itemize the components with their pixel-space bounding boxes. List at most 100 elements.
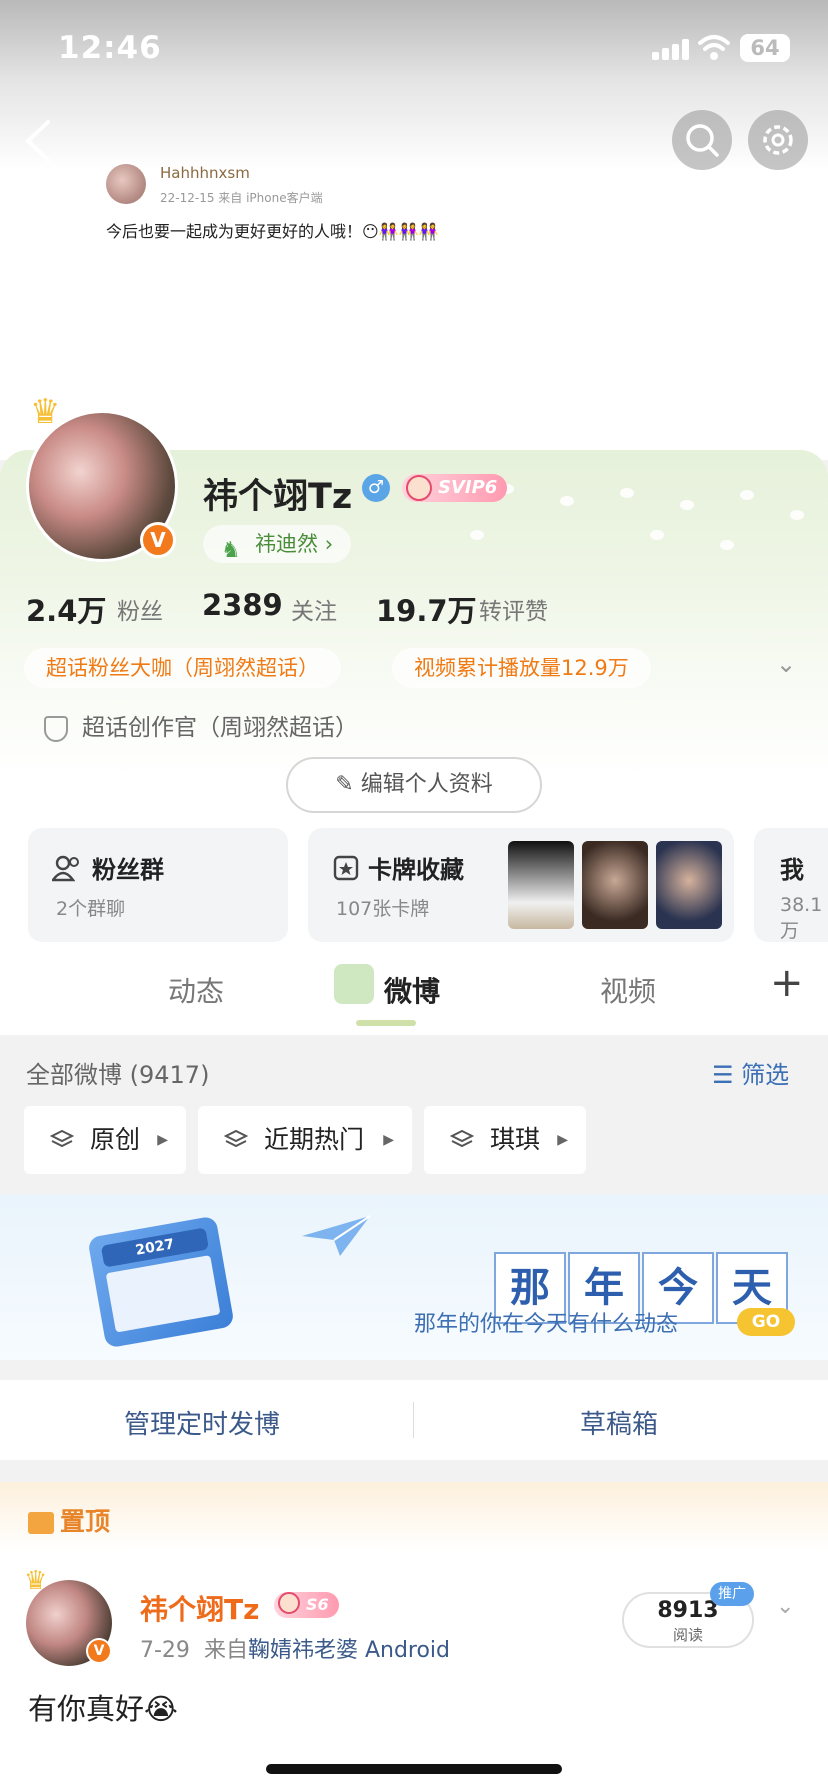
post-date: 7-29	[140, 1638, 190, 1663]
crown-icon	[28, 1512, 54, 1534]
card-collection-card[interactable]: 卡牌收藏 107张卡牌	[308, 828, 734, 942]
profile-name: 祎个翊Tz	[203, 477, 353, 517]
search-button[interactable]	[672, 110, 732, 170]
profile-tabs: 动态 微博 视频 +	[0, 942, 828, 1034]
creator-label: 超话创作官（周翊然超话）	[82, 715, 358, 741]
on-this-day-banner[interactable]: 2027 那 年 今 天 那年的你在今天有什么动态 GO	[0, 1194, 828, 1360]
gear-icon	[763, 125, 793, 155]
likes-label[interactable]: 转评赞	[479, 592, 548, 626]
layers-icon	[50, 1129, 74, 1148]
creator-row[interactable]: 超话创作官（周翊然超话）	[44, 708, 358, 742]
svip-badge[interactable]: SVIP6	[402, 474, 508, 502]
caret-right-icon: ▶	[557, 1132, 568, 1148]
drafts-button[interactable]: 草稿箱	[580, 1404, 658, 1441]
card-thumbnail[interactable]	[508, 841, 574, 929]
chevron-right-icon: ›	[324, 532, 334, 556]
settings-button[interactable]	[748, 110, 808, 170]
fans-count[interactable]: 2.4万	[26, 588, 106, 630]
post-text: 有你真好😭	[28, 1692, 178, 1726]
cover-post-meta: 22-12-15 来自 iPhone客户端	[160, 191, 323, 205]
scheduled-posts-button[interactable]: 管理定时发博	[124, 1404, 280, 1441]
svip-label: SVIP6	[438, 477, 498, 498]
tag-video-plays[interactable]: 视频累计播放量12.9万	[392, 648, 651, 688]
card-icon	[333, 855, 359, 881]
chevron-down-icon[interactable]: ⌄	[776, 1594, 794, 1619]
profile-cover: 12:46 64 Hahhhnxsm 22-12-15 来自 iPhone客户端…	[0, 0, 828, 460]
post-source-prefix: 来自	[203, 1638, 248, 1663]
following-label[interactable]: 关注	[291, 592, 337, 626]
shield-icon	[44, 715, 68, 742]
fan-group-card[interactable]: 粉丝群 2个群聊	[28, 828, 288, 942]
chip-label: 琪琪	[490, 1125, 541, 1154]
partial-card-title: 我	[780, 856, 804, 884]
filter-icon: ☰	[712, 1061, 742, 1089]
filter-button[interactable]: ☰ 筛选	[712, 1055, 789, 1090]
all-weibo-count: 全部微博 (9417)	[26, 1061, 210, 1089]
chevron-down-icon[interactable]: ⌄	[776, 650, 796, 678]
card-thumbnail[interactable]	[582, 841, 648, 929]
edit-profile-label: 编辑个人资料	[360, 772, 493, 797]
svip-face-icon	[406, 475, 432, 501]
paper-plane-icon	[302, 1215, 371, 1256]
tag-supertopic-fan[interactable]: 超话粉丝大咖（周翊然超话）	[24, 648, 341, 688]
promote-badge[interactable]: 推广	[710, 1582, 754, 1606]
cover-post-avatar	[106, 164, 146, 204]
wifi-icon	[698, 35, 730, 60]
bird-icon: ♞	[221, 538, 241, 563]
card-collection-sub: 107张卡牌	[336, 898, 430, 920]
post-meta: 7-29 来自鞠婧祎老婆 Android	[140, 1632, 450, 1664]
tab-indicator	[356, 1020, 416, 1026]
male-gender-icon: ♂	[362, 474, 390, 502]
chip-original[interactable]: 原创 ▶	[24, 1106, 186, 1174]
filter-label: 筛选	[741, 1061, 790, 1089]
back-icon[interactable]	[20, 118, 56, 164]
caret-right-icon: ▶	[383, 1132, 394, 1148]
calendar-body	[105, 1255, 221, 1333]
likes-count[interactable]: 19.7万	[376, 588, 477, 630]
chip-label: 原创	[90, 1125, 141, 1154]
fan-group-title: 粉丝群	[92, 856, 164, 884]
partial-card[interactable]: 我 38.1万	[754, 828, 828, 942]
home-indicator	[266, 1764, 562, 1774]
go-button[interactable]: GO	[737, 1308, 795, 1336]
vip-face-icon	[278, 1592, 300, 1614]
verified-badge-icon: V	[140, 522, 176, 558]
pinned-label: 置顶	[28, 1502, 110, 1538]
vip-badge[interactable]: S6	[274, 1592, 339, 1618]
cover-post-username: Hahhhnxsm	[160, 164, 250, 182]
manage-row: 管理定时发博 草稿箱	[0, 1380, 828, 1460]
pencil-icon: ✎	[335, 772, 361, 797]
layers-icon	[224, 1129, 248, 1148]
post-source[interactable]: 鞠婧祎老婆 Android	[248, 1638, 450, 1663]
partial-card-sub: 38.1万	[780, 894, 823, 942]
card-collection-title: 卡牌收藏	[368, 856, 464, 884]
verified-badge-icon: V	[86, 1638, 112, 1664]
supertopic-label: 祎迪然	[255, 532, 318, 556]
book-icon	[334, 964, 374, 1004]
tab-feed[interactable]: 动态	[168, 970, 224, 1010]
fans-label[interactable]: 粉丝	[117, 592, 163, 626]
divider	[413, 1402, 414, 1438]
vip-label: S6	[306, 1595, 329, 1614]
post-author-name[interactable]: 祎个翊Tz	[140, 1588, 259, 1628]
tab-video[interactable]: 视频	[600, 970, 656, 1010]
supertopic-pill[interactable]: ♞ 祎迪然 ›	[203, 525, 352, 563]
chip-label: 近期热门	[264, 1125, 365, 1154]
battery-icon: 64	[740, 34, 790, 62]
following-count[interactable]: 2389	[202, 588, 283, 622]
banner-text: 那年的你在今天有什么动态	[414, 1312, 679, 1337]
add-tab-icon[interactable]: +	[770, 960, 804, 1006]
crown-icon: ♛	[24, 1566, 48, 1596]
pinned-band	[0, 1482, 828, 1552]
fan-group-sub: 2个群聊	[56, 898, 126, 920]
edit-profile-button[interactable]: ✎ 编辑个人资料	[286, 757, 542, 813]
tab-weibo[interactable]: 微博	[384, 970, 440, 1010]
caret-right-icon: ▶	[157, 1132, 168, 1148]
status-time: 12:46	[58, 30, 162, 66]
layers-icon	[450, 1129, 474, 1148]
calendar-icon: 2027	[87, 1215, 235, 1349]
chip-recent-hot[interactable]: 近期热门 ▶	[198, 1106, 412, 1174]
pinned-post[interactable]: 置顶 ♛ V 祎个翊Tz S6 7-29 来自鞠婧祎老婆 Android 891…	[0, 1482, 828, 1792]
chip-qiqi[interactable]: 琪琪 ▶	[424, 1106, 586, 1174]
card-thumbnail[interactable]	[656, 841, 722, 929]
